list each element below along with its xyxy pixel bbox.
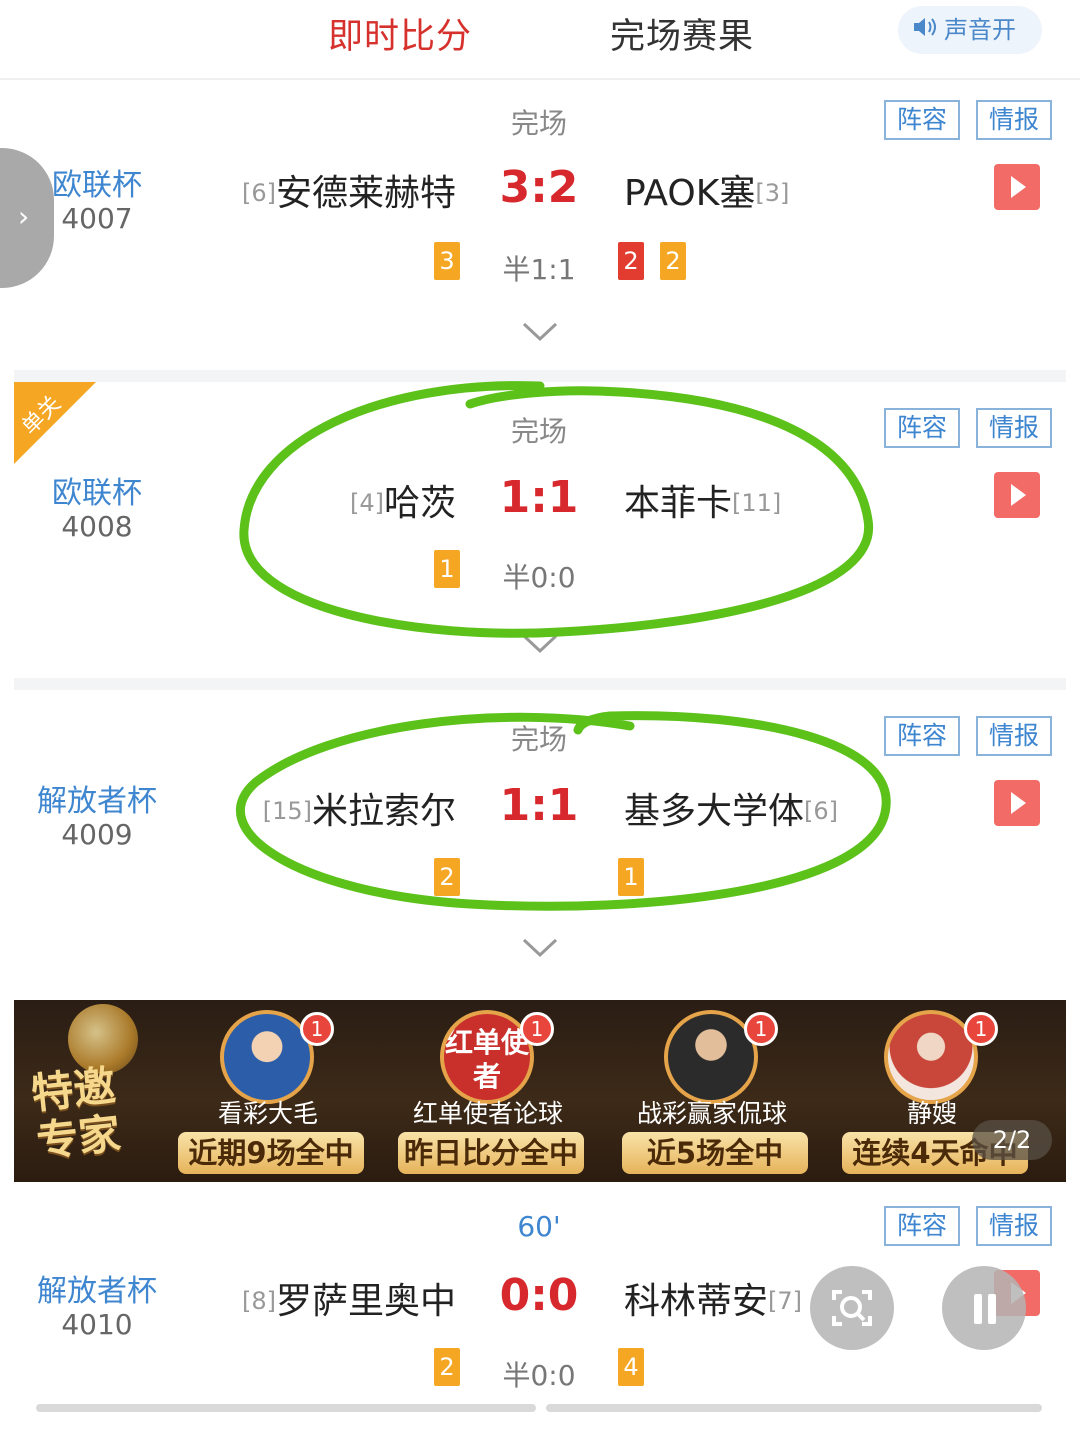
expert-card[interactable]: 1 看彩大毛 近期9场全中: [170, 1000, 366, 1182]
tab-final-results[interactable]: 完场赛果: [610, 8, 754, 59]
match-score: 1:1: [499, 780, 579, 831]
play-video-icon[interactable]: [994, 164, 1040, 210]
league-name[interactable]: 解放者杯: [14, 1266, 180, 1310]
away-rank: [11]: [732, 489, 782, 517]
tab-live-scores[interactable]: 即时比分: [328, 8, 472, 59]
scan-button[interactable]: [810, 1266, 894, 1350]
banner-page-indicator: 2/2: [972, 1120, 1052, 1160]
match-number: 4010: [61, 1308, 133, 1341]
intel-button[interactable]: 情报: [976, 100, 1052, 140]
divider: [14, 678, 1066, 690]
away-team-name: PAOK塞: [624, 173, 756, 214]
home-team[interactable]: [8]罗萨里奥中: [242, 1272, 456, 1324]
notification-badge: 1: [744, 1012, 778, 1046]
home-rank: [15]: [262, 797, 312, 825]
match-number: 4008: [61, 510, 133, 543]
avatar-text: 红单使者: [444, 1026, 529, 1093]
play-video-icon[interactable]: [994, 472, 1040, 518]
match-score: 1:1: [499, 472, 579, 523]
pause-button[interactable]: [942, 1266, 1026, 1350]
featured-experts-banner[interactable]: 特邀 专家 1 看彩大毛 近期9场全中 红单使者 1 红单使者论球 昨日比分全中…: [14, 1000, 1066, 1182]
home-team-name: 安德莱赫特: [275, 173, 456, 214]
expert-card[interactable]: 1 战彩赢家侃球 近5场全中: [614, 1000, 810, 1182]
chevron-right-icon: ›: [18, 200, 30, 233]
notification-badge: 1: [964, 1012, 998, 1046]
notification-badge: 1: [300, 1012, 334, 1046]
play-video-icon[interactable]: [994, 780, 1040, 826]
chevron-down-icon[interactable]: [522, 322, 558, 342]
lineup-button[interactable]: 阵容: [884, 716, 960, 756]
expert-name: 战彩赢家侃球: [636, 1099, 787, 1128]
sound-toggle-button[interactable]: 声音开: [898, 6, 1042, 54]
match-card-4009[interactable]: 完场 解放者杯 4009 [15]米拉索尔 1:1 基多大学体[6] 2 1 阵…: [14, 690, 1066, 990]
horizontal-scrollbar-left[interactable]: [36, 1404, 536, 1412]
home-rank: [8]: [241, 1287, 276, 1315]
away-rank: [3]: [755, 179, 790, 207]
single-bet-corner-tag: 单关: [14, 382, 96, 464]
intel-button[interactable]: 情报: [976, 1206, 1052, 1246]
intel-button[interactable]: 情报: [976, 716, 1052, 756]
home-rank: [4]: [349, 489, 384, 517]
match-status: 完场: [510, 107, 567, 140]
lineup-button[interactable]: 阵容: [884, 408, 960, 448]
match-score: 0:0: [499, 1270, 579, 1321]
away-rank: [7]: [768, 1287, 803, 1315]
expert-record-tag: 昨日比分全中: [398, 1132, 584, 1174]
away-team[interactable]: 科林蒂安[7]: [624, 1272, 802, 1324]
match-status: 完场: [510, 415, 567, 448]
away-yellow-card-count: 2: [660, 242, 686, 280]
league-name[interactable]: 欧联杯: [14, 468, 180, 512]
home-team-name: 罗萨里奥中: [275, 1281, 456, 1322]
away-team-name: 科林蒂安: [624, 1281, 769, 1322]
home-team[interactable]: [6]安德莱赫特: [242, 164, 456, 216]
speaker-icon: [912, 7, 938, 55]
home-team-name: 哈茨: [383, 483, 456, 524]
lineup-button[interactable]: 阵容: [884, 100, 960, 140]
match-card-4008[interactable]: 单关 完场 欧联杯 4008 [4]哈茨 1:1 本菲卡[11] 1 半0:0 …: [14, 382, 1066, 678]
match-score: 3:2: [499, 162, 579, 213]
away-team[interactable]: PAOK塞[3]: [624, 164, 789, 216]
expert-record-tag: 近期9场全中: [178, 1132, 364, 1174]
match-minute: 60': [517, 1210, 561, 1243]
home-rank: [6]: [241, 179, 276, 207]
half-time-score: 半1:1: [502, 253, 576, 286]
away-team[interactable]: 基多大学体[6]: [624, 782, 838, 834]
divider: [14, 370, 1066, 382]
home-team[interactable]: [4]哈茨: [350, 474, 456, 526]
away-team-name: 本菲卡: [624, 483, 733, 524]
away-team[interactable]: 本菲卡[11]: [624, 474, 781, 526]
expert-name: 红单使者论球: [412, 1099, 563, 1128]
scan-search-icon: [832, 1290, 872, 1326]
match-card-4010[interactable]: 60' 解放者杯 4010 [8]罗萨里奥中 0:0 科林蒂安[7] 2 半0:…: [14, 1184, 1066, 1432]
lineup-button[interactable]: 阵容: [884, 1206, 960, 1246]
away-rank: [6]: [804, 797, 839, 825]
horizontal-scrollbar-right[interactable]: [546, 1404, 1042, 1412]
home-team[interactable]: [15]米拉索尔: [263, 782, 456, 834]
match-card-4007[interactable]: 完场 欧联杯 4007 [6]安德莱赫特 3:2 PAOK塞[3] 3 半1:1…: [14, 86, 1066, 368]
top-tab-bar: 即时比分 完场赛果 声音开: [0, 0, 1080, 80]
half-time-score: 半0:0: [502, 561, 576, 594]
league-name[interactable]: 解放者杯: [14, 776, 180, 820]
banner-title-line2: 专家: [34, 1108, 123, 1167]
home-team-name: 米拉索尔: [311, 791, 456, 832]
banner-title: 特邀 专家: [29, 1061, 123, 1167]
chevron-down-icon[interactable]: [522, 938, 558, 958]
away-yellow-card-count: 4: [618, 1348, 644, 1386]
away-yellow-card-count: 1: [618, 858, 644, 896]
notification-badge: 1: [520, 1012, 554, 1046]
match-number: 4009: [61, 818, 133, 851]
chevron-down-icon[interactable]: [522, 634, 558, 654]
expert-card[interactable]: 红单使者 1 红单使者论球 昨日比分全中: [390, 1000, 586, 1182]
half-time-score: 半0:0: [502, 1359, 576, 1392]
sound-label: 声音开: [944, 16, 1016, 44]
intel-button[interactable]: 情报: [976, 408, 1052, 448]
match-status: 完场: [510, 723, 567, 756]
away-team-name: 基多大学体: [624, 791, 805, 832]
home-yellow-card-count: 2: [434, 858, 460, 896]
away-red-card-count: 2: [618, 242, 644, 280]
expert-name: 看彩大毛: [217, 1099, 318, 1128]
expert-record-tag: 近5场全中: [622, 1132, 808, 1174]
